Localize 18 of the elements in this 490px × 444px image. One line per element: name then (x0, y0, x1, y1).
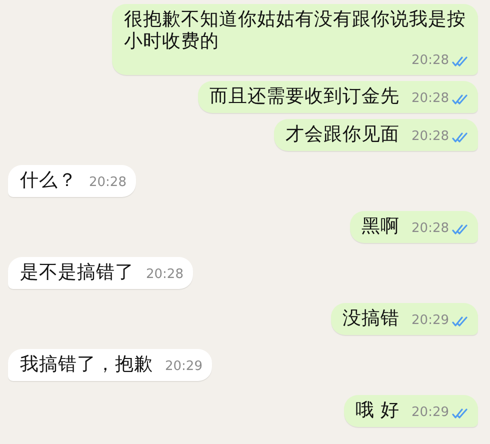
message-text: 我搞错了，抱歉 (20, 354, 153, 376)
message-text: 黑啊 (362, 216, 400, 238)
message-text: 什么？ (20, 170, 77, 192)
message-time: 20:28 (412, 91, 449, 107)
message-text: 才会跟你见面 (286, 124, 400, 146)
message-text: 而且还需要收到订金先 (210, 86, 400, 108)
message-time: 20:28 (89, 175, 126, 191)
message-text: 没搞错 (342, 308, 400, 330)
message-text: 哦 好 (356, 400, 400, 422)
message-time: 20:28 (412, 221, 449, 237)
message-time: 20:29 (412, 313, 449, 329)
message-text: 很抱歉不知道你姑姑有没有跟你说我是按小时收费的 (124, 9, 467, 53)
message-time: 20:28 (146, 267, 184, 283)
message-time: 20:28 (412, 53, 449, 69)
message-time: 20:29 (165, 359, 202, 375)
message-text: 是不是搞错了 (20, 262, 134, 284)
message-time: 20:28 (412, 129, 449, 145)
message-time: 20:29 (412, 405, 449, 421)
